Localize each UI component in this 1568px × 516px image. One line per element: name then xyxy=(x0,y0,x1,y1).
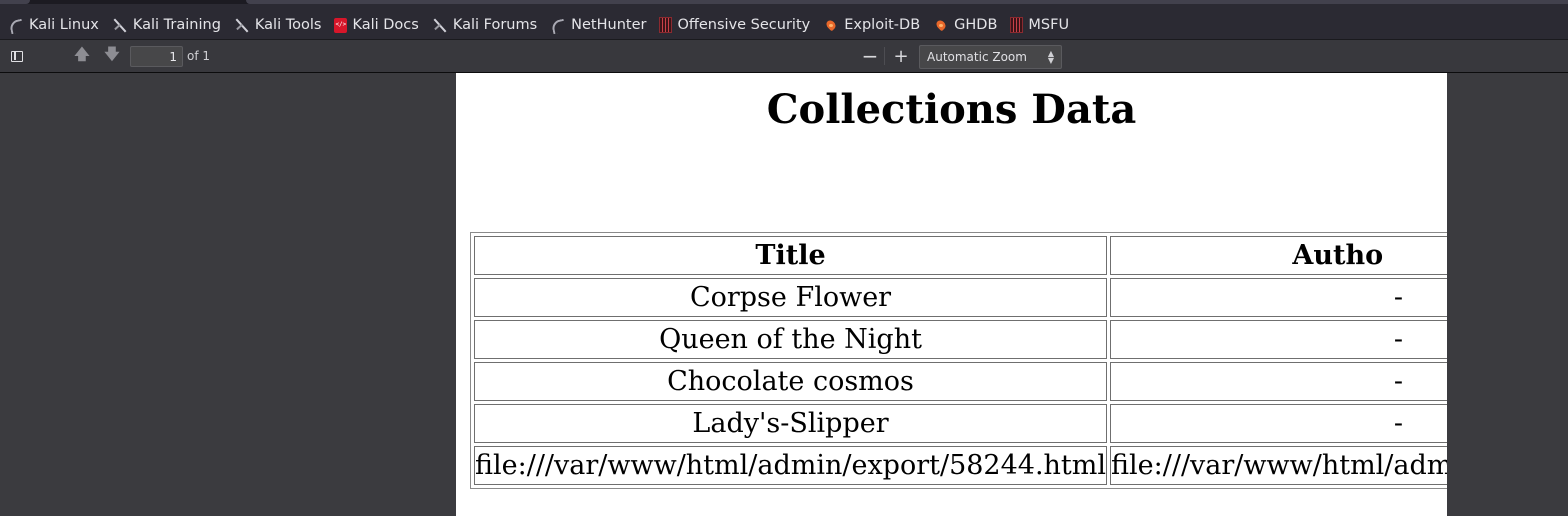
ghdb-icon xyxy=(933,17,949,33)
offsec-icon xyxy=(659,17,673,33)
cell-title-highlighted: file:///var/www/html/admin/export/58244.… xyxy=(474,446,1108,485)
pdf-toolbar: 🡅 🡇 − + xyxy=(0,40,1568,73)
bookmarks-toolbar: Kali Linux Kali Training Kali Tools Kali… xyxy=(0,0,1568,40)
tab-edge-right xyxy=(246,0,1568,4)
cell-author-value: - xyxy=(1393,324,1403,355)
table-row: Corpse Flower - xyxy=(474,278,1447,317)
bookmark-exploit-db[interactable]: Exploit-DB xyxy=(823,17,920,33)
cell-title: Lady's-Slipper xyxy=(474,404,1108,443)
bookmark-label: MSFU xyxy=(1028,17,1070,33)
cell-title: Queen of the Night xyxy=(474,320,1108,359)
kali-sword-icon xyxy=(112,17,128,33)
cell-author: file:///var/www/html/adm xyxy=(1110,446,1447,485)
bookmark-nethunter[interactable]: NetHunter xyxy=(550,17,646,33)
table-header-row: Title Autho xyxy=(474,236,1447,275)
minus-icon: − xyxy=(861,44,879,68)
zoom-in-button[interactable]: + xyxy=(889,44,913,68)
arrow-up-icon: 🡅 xyxy=(74,44,90,63)
kali-docs-icon xyxy=(334,17,348,33)
header-author: Autho xyxy=(1110,236,1447,275)
bookmark-label: Offensive Security xyxy=(677,17,811,33)
table-row: Lady's-Slipper - xyxy=(474,404,1447,443)
bookmark-label: NetHunter xyxy=(571,17,647,33)
select-arrows-icon: ▲ ▼ xyxy=(1047,49,1054,65)
bookmark-list: Kali Linux Kali Training Kali Tools Kali… xyxy=(8,13,1082,37)
bookmark-kali-tools[interactable]: Kali Tools xyxy=(234,17,322,33)
kali-sword-icon xyxy=(234,17,250,33)
sidebar-toggle-button[interactable] xyxy=(5,44,29,68)
offsec-icon xyxy=(1010,17,1024,33)
page-number-input[interactable] xyxy=(130,46,183,67)
bookmark-label: Kali Docs xyxy=(352,17,419,33)
cell-author: - xyxy=(1110,278,1447,317)
cell-author: - xyxy=(1110,320,1447,359)
bookmark-kali-forums[interactable]: Kali Forums xyxy=(432,17,537,33)
bookmark-label: GHDB xyxy=(954,17,998,33)
tab-strip-edge xyxy=(0,0,1568,4)
cell-author: - xyxy=(1110,404,1447,443)
tab-edge-left xyxy=(0,0,30,4)
bookmark-label: Kali Tools xyxy=(254,17,322,33)
pdf-page: Collections Data Title Autho Corpse Flow… xyxy=(456,73,1447,516)
kali-dragon-icon xyxy=(550,17,566,33)
cell-author-value: - xyxy=(1393,282,1403,313)
zoom-select-value: Automatic Zoom xyxy=(927,50,1027,64)
table-row: Queen of the Night - xyxy=(474,320,1447,359)
document-title: Collections Data xyxy=(766,86,1137,133)
kali-dragon-icon xyxy=(8,17,24,33)
bookmark-label: Kali Training xyxy=(132,17,221,33)
cell-title: Corpse Flower xyxy=(474,278,1108,317)
cell-author-value: - xyxy=(1393,366,1403,397)
collections-table: Title Autho Corpse Flower - Queen of the… xyxy=(470,232,1447,489)
bookmark-label: Kali Forums xyxy=(452,17,538,33)
kali-sword-icon xyxy=(432,17,448,33)
previous-page-button[interactable]: 🡅 xyxy=(70,44,94,68)
cell-title: Chocolate cosmos xyxy=(474,362,1108,401)
header-title: Title xyxy=(474,236,1108,275)
bookmark-label: Kali Linux xyxy=(29,17,99,33)
zoom-divider xyxy=(884,47,885,65)
cell-author-value: - xyxy=(1393,408,1403,439)
bookmark-msfu[interactable]: MSFU xyxy=(1010,17,1069,33)
arrow-down-icon: 🡇 xyxy=(104,44,120,63)
table-row: file:///var/www/html/admin/export/58244.… xyxy=(474,446,1447,485)
zoom-out-button[interactable]: − xyxy=(858,44,882,68)
header-author-label: Autho xyxy=(1292,240,1384,271)
plus-icon: + xyxy=(893,45,909,67)
next-page-button[interactable]: 🡇 xyxy=(100,44,124,68)
sidebar-icon xyxy=(11,50,23,62)
page-count: of 1 xyxy=(187,49,211,63)
bookmark-kali-training[interactable]: Kali Training xyxy=(112,17,221,33)
cell-title-value: file:///var/www/html/admin/export/58244.… xyxy=(475,450,1107,481)
bookmark-kali-linux[interactable]: Kali Linux xyxy=(8,17,99,33)
table-row: Chocolate cosmos - xyxy=(474,362,1447,401)
bookmark-offensive-security[interactable]: Offensive Security xyxy=(659,17,810,33)
cell-author: - xyxy=(1110,362,1447,401)
bookmark-kali-docs[interactable]: Kali Docs xyxy=(334,17,419,33)
zoom-select[interactable]: Automatic Zoom ▲ ▼ xyxy=(919,45,1062,69)
bookmark-ghdb[interactable]: GHDB xyxy=(933,17,997,33)
exploitdb-icon xyxy=(823,17,839,33)
bookmark-label: Exploit-DB xyxy=(844,17,921,33)
